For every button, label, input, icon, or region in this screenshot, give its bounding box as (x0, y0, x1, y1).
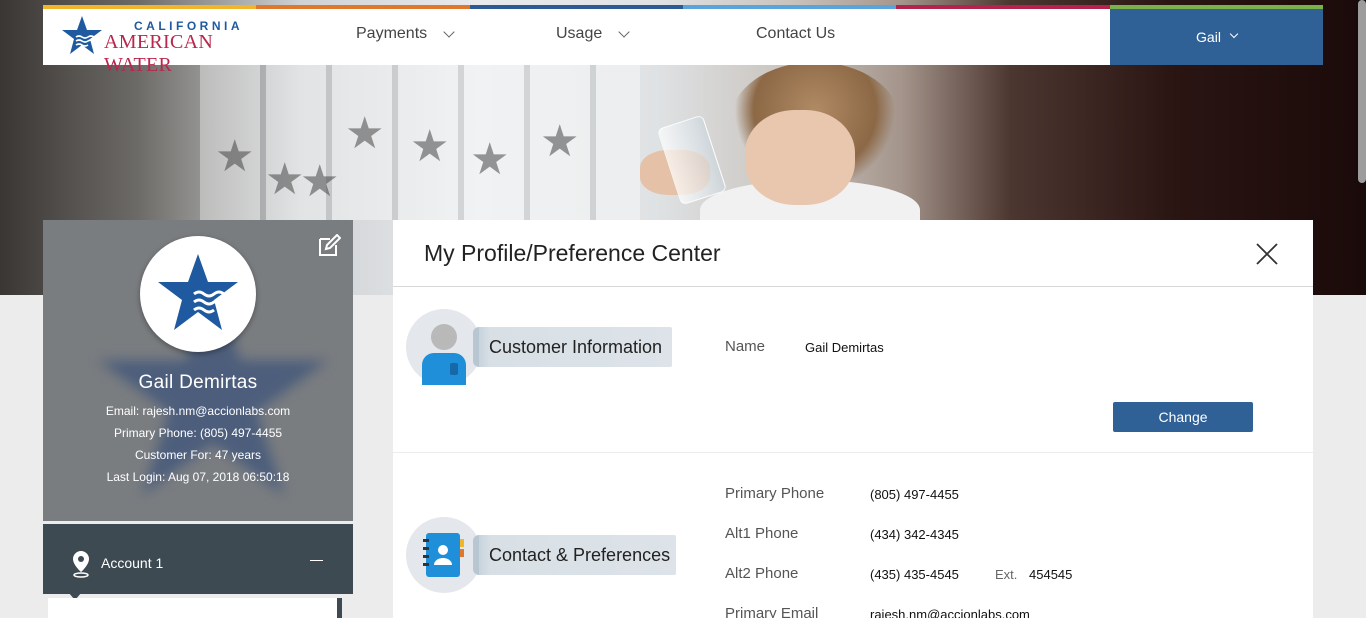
section-customer-information: Customer Information (473, 327, 672, 367)
user-menu[interactable]: Gail (1110, 9, 1323, 65)
avatar-star-icon (158, 254, 238, 330)
alt1-phone-label: Alt1 Phone (725, 525, 799, 542)
alt2-ext-label: Ext. (995, 567, 1018, 582)
profile-name: Gail Demirtas (138, 372, 258, 393)
hero-decor-star: ★ (470, 135, 510, 184)
hero-decor-star: ★ (265, 155, 305, 204)
name-value: Gail Demirtas (805, 340, 884, 355)
avatar (140, 236, 256, 352)
logo-text-line2: AMERICAN WATER (104, 31, 214, 76)
primary-phone-value: (805) 497-4455 (870, 487, 959, 502)
company-logo[interactable]: CALIFORNIA AMERICAN WATER (61, 15, 276, 76)
top-nav: CALIFORNIA AMERICAN WATER Payments Usage… (43, 5, 1323, 76)
hero-decor-star: ★ (540, 117, 580, 166)
account-label: Account 1 (101, 555, 164, 571)
change-button[interactable]: Change (1113, 402, 1253, 432)
page-scrollbar[interactable] (1358, 0, 1366, 183)
nav-payments-label: Payments (356, 25, 428, 42)
primary-phone-label: Primary Phone (725, 485, 825, 502)
edit-icon[interactable] (317, 234, 341, 258)
chevron-down-icon (618, 25, 630, 38)
user-menu-label: Gail (1196, 29, 1221, 45)
nav-payments[interactable]: Payments (356, 25, 455, 43)
alt2-ext-value: 454545 (1029, 567, 1073, 582)
nav-usage-label: Usage (556, 25, 603, 42)
account-address-item[interactable] (48, 598, 342, 618)
hero-decor-star: ★ (215, 132, 255, 181)
chevron-down-icon (1229, 29, 1239, 39)
primary-email-value: rajesh.nm@accionlabs.com (870, 607, 1030, 618)
profile-primary-phone: Primary Phone: (805) 497-4455 (113, 426, 283, 440)
section-contact-preferences: Contact & Preferences (473, 535, 676, 575)
address-book-icon (406, 517, 482, 593)
alt2-phone-value: (435) 435-4545 (870, 567, 959, 582)
divider (393, 286, 1313, 287)
divider (393, 452, 1313, 453)
alt2-phone-label: Alt2 Phone (725, 565, 799, 582)
profile-preference-panel: My Profile/Preference Center Customer In… (393, 220, 1313, 618)
logo-star-icon (62, 16, 102, 54)
close-icon[interactable] (1255, 242, 1279, 266)
profile-card: ★ Gail Demirtas Email: rajesh.nm@accionl… (43, 220, 353, 521)
nav-contact-us[interactable]: Contact Us (756, 25, 835, 43)
nav-contact-us-label: Contact Us (756, 25, 836, 42)
alt1-phone-value: (434) 342-4345 (870, 527, 959, 542)
profile-customer-for: Customer For: 47 years (134, 448, 262, 462)
hero-child-face (745, 110, 855, 205)
name-label: Name (725, 338, 766, 355)
chevron-down-icon (443, 25, 455, 38)
account-accordion[interactable]: Account 1 (43, 524, 353, 600)
hero-decor-star: ★ (300, 157, 340, 206)
hero-decor-star: ★ (410, 122, 450, 171)
primary-email-label: Primary Email (725, 605, 819, 618)
hero-decor-star: ★ (345, 109, 385, 158)
map-pin-icon (73, 551, 89, 578)
profile-email: Email: rajesh.nm@accionlabs.com (105, 404, 291, 418)
person-icon (406, 309, 482, 385)
minus-icon[interactable] (310, 560, 323, 561)
nav-usage[interactable]: Usage (556, 25, 630, 43)
profile-last-login: Last Login: Aug 07, 2018 06:50:18 (106, 470, 290, 484)
panel-title: My Profile/Preference Center (424, 240, 721, 266)
